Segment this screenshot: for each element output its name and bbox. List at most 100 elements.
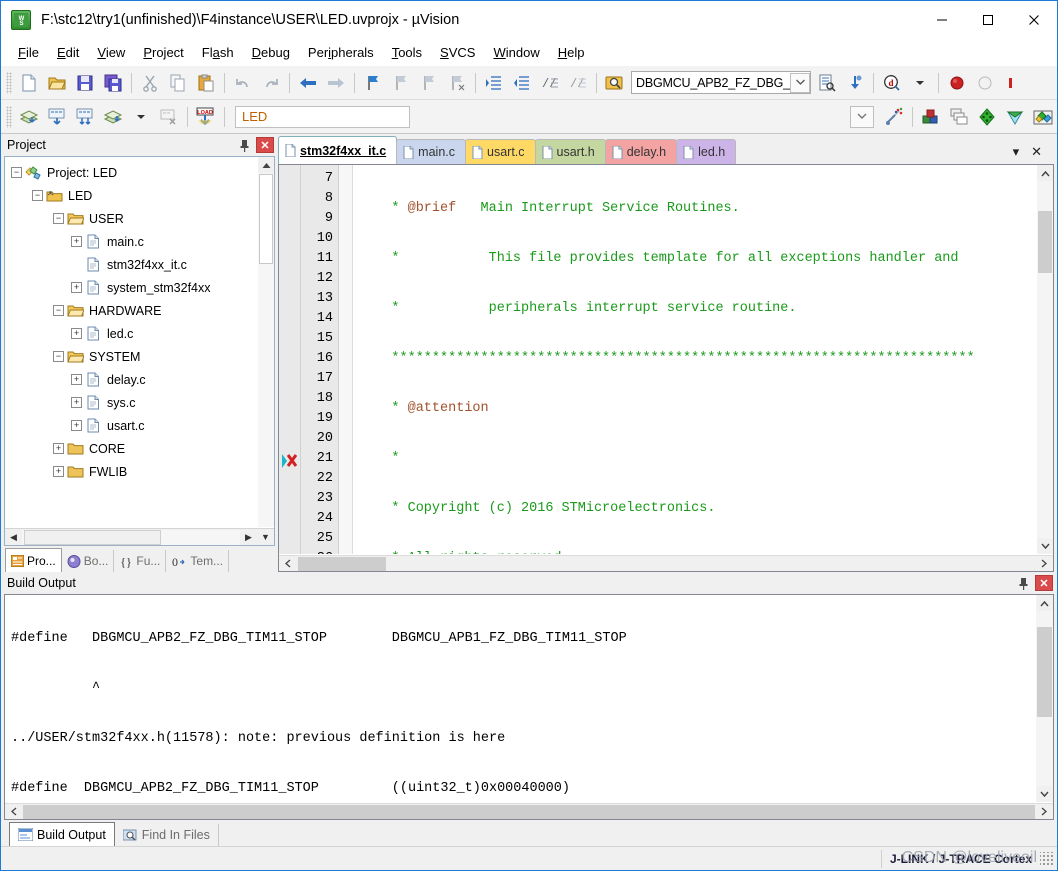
build-output-horizontal-scrollbar[interactable] — [5, 803, 1053, 819]
bookmark-next-icon[interactable] — [415, 70, 443, 96]
tree-node-main-c[interactable]: + main.c — [5, 230, 258, 253]
multi-project-icon[interactable] — [945, 104, 973, 130]
find-icon[interactable] — [813, 70, 841, 96]
rebuild-all-icon[interactable] — [71, 104, 99, 130]
comment-icon[interactable]: // — [536, 70, 564, 96]
close-icon[interactable]: ✕ — [256, 137, 274, 153]
menu-project[interactable]: Project — [134, 42, 192, 63]
menu-svcs[interactable]: SVCS — [431, 42, 484, 63]
scroll-up-icon[interactable] — [1037, 165, 1053, 181]
editor-horizontal-scrollbar[interactable] — [279, 555, 1053, 571]
tab-build-output[interactable]: Build Output — [9, 822, 115, 846]
scroll-track[interactable] — [22, 529, 240, 545]
redo-icon[interactable] — [257, 70, 285, 96]
tab-templates[interactable]: 0 Tem... — [166, 550, 230, 572]
menu-file[interactable]: File — [9, 42, 48, 63]
build-output-container[interactable]: #define DBGMCU_APB2_FZ_DBG_TIM11_STOP DB… — [4, 594, 1054, 820]
tab-books[interactable]: Bo... — [62, 550, 115, 572]
scroll-thumb[interactable] — [298, 556, 386, 571]
scroll-thumb[interactable] — [1038, 211, 1052, 273]
menu-help[interactable]: Help — [549, 42, 594, 63]
editor-tab-usart-c[interactable]: usart.c — [465, 139, 536, 164]
pin-icon[interactable] — [1013, 574, 1033, 592]
find-in-files-icon[interactable] — [601, 70, 629, 96]
insert-breakpoint-icon[interactable] — [943, 70, 971, 96]
tree-node-led[interactable]: − LED — [5, 184, 258, 207]
stop-build-icon[interactable] — [155, 104, 183, 130]
scroll-up-icon[interactable] — [258, 157, 274, 173]
save-icon[interactable] — [71, 70, 99, 96]
scroll-down-icon[interactable]: ▼ — [257, 529, 274, 545]
scroll-down-icon[interactable] — [1037, 538, 1053, 554]
code-folding-column[interactable]: − — [339, 165, 353, 554]
search-dropdown-arrow[interactable] — [790, 72, 810, 93]
outdent-icon[interactable] — [508, 70, 536, 96]
menu-tools[interactable]: Tools — [383, 42, 431, 63]
tree-node-user[interactable]: − USER — [5, 207, 258, 230]
expander-icon[interactable]: + — [53, 466, 64, 477]
browse-symbol-icon[interactable] — [841, 70, 869, 96]
tree-node-project-led[interactable]: − Project: LED — [5, 161, 258, 184]
maximize-button[interactable] — [965, 1, 1011, 39]
expander-icon[interactable]: − — [11, 167, 22, 178]
undo-icon[interactable] — [229, 70, 257, 96]
manage-run-time-env-icon[interactable] — [1029, 104, 1057, 130]
expander-icon[interactable]: + — [71, 282, 82, 293]
menu-window[interactable]: Window — [484, 42, 548, 63]
tree-node-stm32f4xx-it-c[interactable]: stm32f4xx_it.c — [5, 253, 258, 276]
close-icon[interactable]: ✕ — [1035, 575, 1053, 591]
paste-icon[interactable] — [192, 70, 220, 96]
target-options-icon[interactable] — [880, 104, 908, 130]
scroll-left-icon[interactable]: ◀ — [5, 529, 22, 545]
build-file-icon[interactable] — [15, 104, 43, 130]
close-icon[interactable]: ✕ — [1025, 144, 1048, 160]
new-file-icon[interactable] — [15, 70, 43, 96]
tab-project[interactable]: Pro... — [5, 548, 62, 572]
breakpoint-extra-icon[interactable] — [999, 70, 1027, 96]
target-dropdown-arrow[interactable] — [850, 105, 874, 128]
scroll-thumb[interactable] — [259, 174, 273, 264]
scroll-thumb[interactable] — [1037, 627, 1052, 717]
disable-breakpoint-icon[interactable] — [971, 70, 999, 96]
tree-node-core[interactable]: + CORE — [5, 437, 258, 460]
project-tree-horizontal-scrollbar[interactable]: ◀ ▶ ▼ — [5, 528, 274, 545]
close-button[interactable] — [1011, 1, 1057, 39]
toolbar-grip[interactable] — [6, 71, 12, 94]
project-tree-vertical-scrollbar[interactable] — [258, 157, 274, 527]
tree-node-led-c[interactable]: + led.c — [5, 322, 258, 345]
manage-project-items-icon[interactable] — [917, 104, 945, 130]
cut-icon[interactable] — [136, 70, 164, 96]
scroll-right-icon[interactable] — [1036, 804, 1053, 819]
expander-icon[interactable]: − — [53, 213, 64, 224]
expander-icon[interactable]: + — [71, 374, 82, 385]
editor-vertical-scrollbar[interactable] — [1037, 165, 1053, 554]
tree-node-usart-c[interactable]: + usart.c — [5, 414, 258, 437]
breakpoint-gutter[interactable] — [279, 165, 301, 554]
scroll-right-icon[interactable]: ▶ — [240, 529, 257, 545]
tree-node-delay-c[interactable]: + delay.c — [5, 368, 258, 391]
tree-node-system-stm32f4xx[interactable]: + system_stm32f4xx — [5, 276, 258, 299]
navigate-back-icon[interactable] — [294, 70, 322, 96]
search-input[interactable]: DBGMCU_APB2_FZ_DBG_ — [631, 71, 811, 94]
expander-icon[interactable]: − — [53, 351, 64, 362]
expander-icon[interactable]: − — [32, 190, 43, 201]
batch-build-dropdown-arrow[interactable] — [127, 104, 155, 130]
menu-flash[interactable]: Flash — [193, 42, 243, 63]
menu-peripherals[interactable]: Peripherals — [299, 42, 383, 63]
copy-icon[interactable] — [164, 70, 192, 96]
bookmark-clear-icon[interactable] — [443, 70, 471, 96]
editor-tab-delay-h[interactable]: delay.h — [604, 139, 678, 164]
tab-list-icon[interactable]: ▾ — [1007, 144, 1026, 160]
code-text[interactable]: * @brief Main Interrupt Service Routines… — [353, 165, 1037, 554]
build-output-text[interactable]: #define DBGMCU_APB2_FZ_DBG_TIM11_STOP DB… — [5, 595, 1036, 802]
scroll-right-icon[interactable] — [1036, 556, 1053, 571]
expander-icon[interactable]: + — [71, 328, 82, 339]
scroll-left-icon[interactable] — [279, 556, 296, 571]
scroll-thumb[interactable] — [24, 529, 161, 545]
build-target-icon[interactable] — [43, 104, 71, 130]
editor-tab-stm32f4xx-it-c[interactable]: stm32f4xx_it.c — [278, 136, 398, 164]
editor-tab-led-h[interactable]: led.h — [676, 139, 737, 164]
tree-node-system[interactable]: − SYSTEM — [5, 345, 258, 368]
bookmark-prev-icon[interactable] — [387, 70, 415, 96]
expander-icon[interactable]: + — [71, 236, 82, 247]
